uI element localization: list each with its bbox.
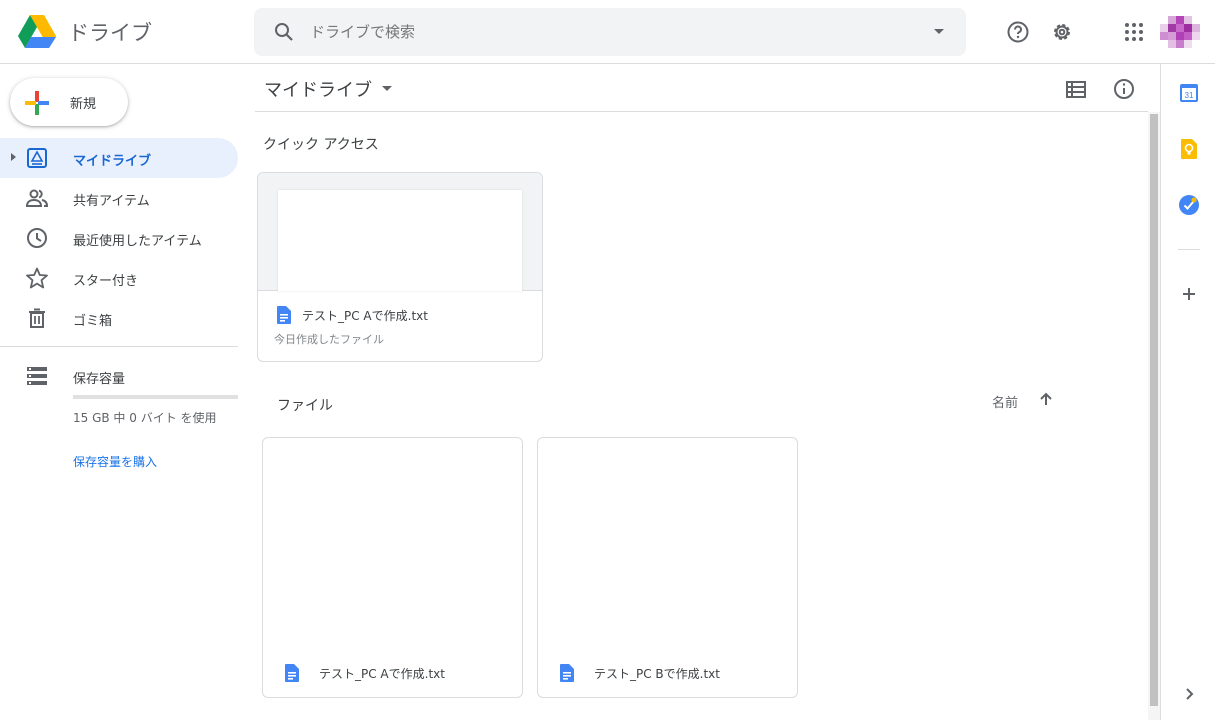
tasks-icon[interactable] <box>1178 194 1200 216</box>
app-title[interactable]: ドライブ <box>68 17 152 47</box>
sidebar-item-label: ゴミ箱 <box>73 314 113 329</box>
search-input[interactable] <box>310 18 910 46</box>
settings-icon[interactable] <box>1050 20 1074 44</box>
quick-access-title: クイック アクセス <box>263 137 379 153</box>
sidebar-item-my-drive[interactable]: マイドライブ <box>0 138 238 178</box>
new-button-label: 新規 <box>70 97 97 112</box>
buy-storage-link[interactable]: 保存容量を購入 <box>73 453 157 470</box>
quick-access-card[interactable]: テスト_PC Aで作成.txt 今日作成したファイル <box>257 172 543 362</box>
expand-arrow-icon[interactable] <box>11 153 16 161</box>
sidebar-item-label: マイドライブ <box>73 154 152 169</box>
document-icon <box>560 664 574 682</box>
list-view-icon[interactable] <box>1065 78 1087 100</box>
calendar-icon[interactable]: 31 <box>1178 82 1200 104</box>
keep-icon[interactable] <box>1178 138 1200 160</box>
info-icon[interactable] <box>1113 78 1135 100</box>
plus-icon <box>25 91 49 115</box>
side-panel-divider <box>1178 249 1200 250</box>
account-avatar[interactable] <box>1160 16 1200 48</box>
storage-usage-bar <box>73 395 238 399</box>
file-card[interactable]: テスト_PC Aで作成.txt <box>262 437 523 698</box>
sidebar-item-trash[interactable]: ゴミ箱 <box>0 298 238 338</box>
sort-by-name-button[interactable]: 名前 <box>992 392 1018 411</box>
sidebar-item-shared[interactable]: 共有アイテム <box>0 178 238 218</box>
side-panel: 31 <box>1160 64 1215 720</box>
top-bar: ドライブ <box>0 0 1215 64</box>
search-icon[interactable] <box>272 20 296 44</box>
sidebar-item-label: 共有アイテム <box>73 194 150 209</box>
storage-icon <box>27 367 47 385</box>
expand-icon[interactable] <box>1178 683 1200 705</box>
sidebar-item-recent[interactable]: 最近使用したアイテム <box>0 218 238 258</box>
my-drive-icon <box>27 148 47 168</box>
help-icon[interactable] <box>1006 20 1030 44</box>
trash-icon <box>29 308 45 328</box>
new-button[interactable]: 新規 <box>10 78 128 126</box>
sort-ascending-icon[interactable] <box>1038 391 1054 407</box>
sidebar-item-label: スター付き <box>73 274 139 289</box>
add-icon[interactable] <box>1178 283 1200 305</box>
file-thumbnail <box>258 173 542 291</box>
search-bar[interactable] <box>254 8 966 56</box>
file-name: テスト_PC Aで作成.txt <box>302 309 428 323</box>
storage-title[interactable]: 保存容量 <box>73 368 125 387</box>
sidebar-item-label: 最近使用したアイテム <box>73 234 202 249</box>
sidebar-item-starred[interactable]: スター付き <box>0 258 238 298</box>
file-name: テスト_PC Bで作成.txt <box>594 667 720 681</box>
main-header: マイドライブ <box>255 64 1148 112</box>
recent-icon <box>27 228 47 248</box>
sidebar-divider <box>0 346 238 347</box>
files-section-title: ファイル <box>277 398 333 414</box>
main-content: マイドライブ クイック アクセス テスト_PC Aで作成.txt 今日作成したフ… <box>255 64 1160 720</box>
file-name: テスト_PC Aで作成.txt <box>319 667 445 681</box>
calendar-day: 31 <box>1185 91 1194 100</box>
file-card[interactable]: テスト_PC Bで作成.txt <box>537 437 798 698</box>
apps-grid-icon[interactable] <box>1122 20 1146 44</box>
shared-icon <box>26 189 48 207</box>
sidebar: 新規 マイドライブ 共有アイテム 最近使用したアイテム スター付き ゴミ箱 保存… <box>0 64 250 720</box>
scrollbar-thumb[interactable] <box>1150 114 1158 706</box>
document-icon <box>285 664 299 682</box>
document-icon <box>277 306 291 324</box>
chevron-down-icon[interactable] <box>382 86 392 91</box>
star-icon <box>26 267 48 289</box>
search-options-icon[interactable] <box>934 29 944 34</box>
page-title[interactable]: マイドライブ <box>264 76 372 102</box>
file-subtitle: 今日作成したファイル <box>274 333 384 346</box>
storage-usage-text: 15 GB 中 0 バイト を使用 <box>73 411 217 425</box>
drive-logo-icon[interactable] <box>18 14 56 50</box>
